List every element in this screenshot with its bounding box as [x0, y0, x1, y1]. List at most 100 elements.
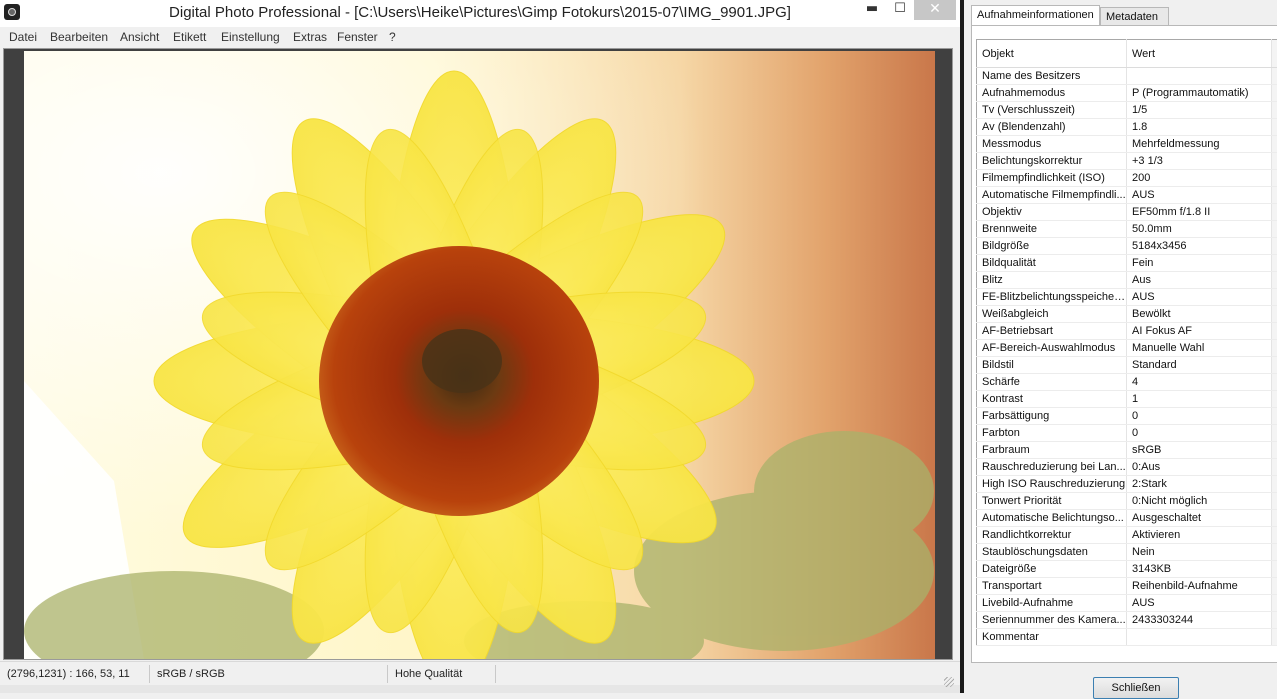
- scrollbar-track[interactable]: [1272, 85, 1277, 102]
- scrollbar-track[interactable]: [1272, 374, 1277, 391]
- menu-einstellung[interactable]: Einstellung: [221, 30, 280, 44]
- table-row[interactable]: Automatische Filmempfindli...AUS: [977, 187, 1277, 204]
- scrollbar-track[interactable]: [1272, 119, 1277, 136]
- scrollbar-track[interactable]: [1272, 561, 1277, 578]
- scrollbar-track[interactable]: [1272, 408, 1277, 425]
- column-header-value[interactable]: Wert: [1127, 40, 1272, 68]
- table-row[interactable]: Farbsättigung0: [977, 408, 1277, 425]
- scrollbar-track[interactable]: [1272, 221, 1277, 238]
- scrollbar-track[interactable]: [1272, 170, 1277, 187]
- table-row[interactable]: Bildgröße5184x3456: [977, 238, 1277, 255]
- scrollbar-track[interactable]: [1272, 40, 1277, 68]
- scrollbar-track[interactable]: [1272, 323, 1277, 340]
- scrollbar-track[interactable]: [1272, 544, 1277, 561]
- image-viewer[interactable]: [3, 48, 953, 660]
- table-row[interactable]: BildqualitätFein: [977, 255, 1277, 272]
- tab-shooting-info[interactable]: Aufnahmeinformationen: [971, 5, 1100, 26]
- row-value: AUS: [1127, 595, 1272, 612]
- table-row[interactable]: Tv (Verschlusszeit)1/5: [977, 102, 1277, 119]
- table-row[interactable]: AF-BetriebsartAI Fokus AF: [977, 323, 1277, 340]
- scrollbar-track[interactable]: [1272, 595, 1277, 612]
- table-row[interactable]: Seriennummer des Kamera...2433303244: [977, 612, 1277, 629]
- table-row[interactable]: Rauschreduzierung bei Lan...0:Aus: [977, 459, 1277, 476]
- close-panel-button[interactable]: Schließen: [1093, 677, 1179, 699]
- menu-help[interactable]: ?: [389, 30, 396, 44]
- table-row[interactable]: Belichtungskorrektur+3 1/3: [977, 153, 1277, 170]
- scrollbar-track[interactable]: [1272, 629, 1277, 646]
- table-row[interactable]: Filmempfindlichkeit (ISO)200: [977, 170, 1277, 187]
- column-header-object[interactable]: Objekt: [977, 40, 1127, 68]
- table-row[interactable]: AufnahmemodusP (Programmautomatik): [977, 85, 1277, 102]
- table-row[interactable]: ObjektivEF50mm f/1.8 II: [977, 204, 1277, 221]
- table-row[interactable]: Tonwert Priorität0:Nicht möglich: [977, 493, 1277, 510]
- table-row[interactable]: Schärfe4: [977, 374, 1277, 391]
- scrollbar-track[interactable]: [1272, 357, 1277, 374]
- menu-bearbeiten[interactable]: Bearbeiten: [50, 30, 108, 44]
- tab-metadata[interactable]: Metadaten: [1100, 7, 1169, 25]
- scrollbar-track[interactable]: [1272, 527, 1277, 544]
- minimize-button[interactable]: ▬: [858, 0, 886, 20]
- table-row[interactable]: Kontrast1: [977, 391, 1277, 408]
- table-row[interactable]: MessmodusMehrfeldmessung: [977, 136, 1277, 153]
- table-row[interactable]: WeißabgleichBewölkt: [977, 306, 1277, 323]
- scrollbar-track[interactable]: [1272, 442, 1277, 459]
- row-property: Tv (Verschlusszeit): [977, 102, 1127, 119]
- row-value: 5184x3456: [1127, 238, 1272, 255]
- scrollbar-track[interactable]: [1272, 187, 1277, 204]
- scrollbar-track[interactable]: [1272, 612, 1277, 629]
- menu-extras[interactable]: Extras: [293, 30, 327, 44]
- table-row[interactable]: Kommentar: [977, 629, 1277, 646]
- menu-etikett[interactable]: Etikett: [173, 30, 206, 44]
- scrollbar-track[interactable]: [1272, 289, 1277, 306]
- table-row[interactable]: Dateigröße3143KB: [977, 561, 1277, 578]
- scrollbar-track[interactable]: [1272, 272, 1277, 289]
- main-window: Digital Photo Professional - [C:\Users\H…: [0, 0, 960, 693]
- table-row[interactable]: Automatische Belichtungso...Ausgeschalte…: [977, 510, 1277, 527]
- scrollbar-track[interactable]: [1272, 340, 1277, 357]
- table-row[interactable]: BlitzAus: [977, 272, 1277, 289]
- scrollbar-track[interactable]: [1272, 153, 1277, 170]
- scrollbar-track[interactable]: [1272, 204, 1277, 221]
- scrollbar-track[interactable]: [1272, 459, 1277, 476]
- scrollbar-track[interactable]: [1272, 306, 1277, 323]
- menu-ansicht[interactable]: Ansicht: [120, 30, 159, 44]
- window-title: Digital Photo Professional - [C:\Users\H…: [0, 4, 960, 21]
- table-row[interactable]: Name des Besitzers: [977, 68, 1277, 85]
- table-row[interactable]: FE-Blitzbelichtungsspeicher...AUS: [977, 289, 1277, 306]
- table-row[interactable]: TransportartReihenbild-Aufnahme: [977, 578, 1277, 595]
- scrollbar-track[interactable]: [1272, 493, 1277, 510]
- scrollbar-track[interactable]: [1272, 391, 1277, 408]
- scrollbar-track[interactable]: [1272, 578, 1277, 595]
- table-row[interactable]: Livebild-AufnahmeAUS: [977, 595, 1277, 612]
- scrollbar-track[interactable]: [1272, 102, 1277, 119]
- resize-grip-icon[interactable]: [944, 677, 954, 687]
- close-window-button[interactable]: ✕: [914, 0, 956, 20]
- scrollbar-track[interactable]: [1272, 136, 1277, 153]
- row-property: Objektiv: [977, 204, 1127, 221]
- row-property: Filmempfindlichkeit (ISO): [977, 170, 1127, 187]
- scrollbar-track[interactable]: [1272, 255, 1277, 272]
- row-property: Farbsättigung: [977, 408, 1127, 425]
- row-value: AI Fokus AF: [1127, 323, 1272, 340]
- table-row[interactable]: High ISO Rauschreduzierung2:Stark: [977, 476, 1277, 493]
- table-row[interactable]: FarbraumsRGB: [977, 442, 1277, 459]
- title-bar[interactable]: Digital Photo Professional - [C:\Users\H…: [0, 0, 960, 27]
- scrollbar-track[interactable]: [1272, 476, 1277, 493]
- row-property: Schärfe: [977, 374, 1127, 391]
- menu-datei[interactable]: Datei: [9, 30, 37, 44]
- scrollbar-track[interactable]: [1272, 425, 1277, 442]
- table-row[interactable]: Brennweite50.0mm: [977, 221, 1277, 238]
- table-row[interactable]: Av (Blendenzahl)1.8: [977, 119, 1277, 136]
- scrollbar-track[interactable]: [1272, 68, 1277, 85]
- menu-fenster[interactable]: Fenster: [337, 30, 378, 44]
- table-row[interactable]: AF-Bereich-AuswahlmodusManuelle Wahl: [977, 340, 1277, 357]
- maximize-button[interactable]: ☐: [886, 0, 914, 20]
- table-row[interactable]: RandlichtkorrekturAktivieren: [977, 527, 1277, 544]
- row-value: sRGB: [1127, 442, 1272, 459]
- table-row[interactable]: StaublöschungsdatenNein: [977, 544, 1277, 561]
- scrollbar-track[interactable]: [1272, 238, 1277, 255]
- scrollbar-track[interactable]: [1272, 510, 1277, 527]
- row-property: Livebild-Aufnahme: [977, 595, 1127, 612]
- table-row[interactable]: BildstilStandard: [977, 357, 1277, 374]
- table-row[interactable]: Farbton0: [977, 425, 1277, 442]
